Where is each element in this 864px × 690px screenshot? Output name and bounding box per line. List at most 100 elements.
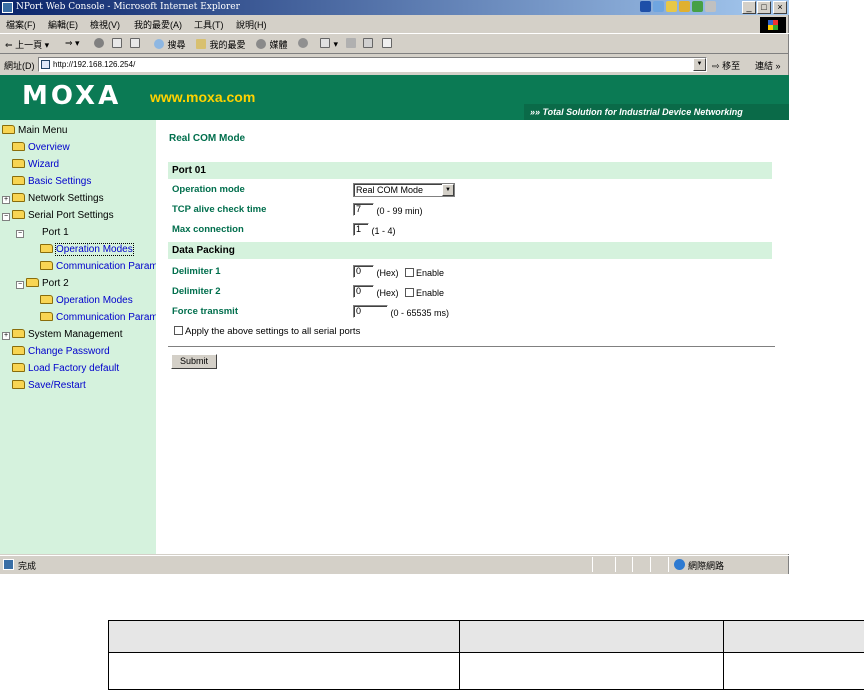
tree-network-settings[interactable]: + Network Settings [2, 191, 104, 206]
tree-port2-communication-parameters[interactable]: Communication Parameters [40, 310, 156, 325]
address-input[interactable]: http://192.168.126.254/ ▼ [38, 57, 707, 72]
delimiter1-input[interactable]: 0 [353, 265, 374, 278]
stop-button[interactable] [94, 38, 105, 49]
discuss-button[interactable] [382, 38, 393, 49]
tree-port1-communication-link[interactable]: Communication Parameters [56, 261, 156, 272]
tagline-arrows-icon: »» [530, 107, 543, 117]
folder-icon [12, 346, 25, 355]
table-cell [459, 652, 724, 690]
tree-port2[interactable]: − Port 2 [16, 276, 69, 291]
tree-change-password-link[interactable]: Change Password [28, 346, 110, 357]
go-button[interactable]: ⇨ 移至 [712, 59, 740, 72]
tree-change-password[interactable]: Change Password [12, 344, 110, 359]
tree-port2-communication-link[interactable]: Communication Parameters [56, 312, 156, 323]
favorites-label: 我的最愛 [209, 40, 246, 50]
back-arrow-icon: ⇐ [5, 40, 13, 50]
tray-shell-icon[interactable] [679, 1, 690, 12]
search-button[interactable]: 搜尋 [154, 38, 186, 51]
menu-favorites[interactable]: 我的最愛(A) [134, 18, 182, 31]
mail-button[interactable]: ▾ [320, 38, 338, 50]
home-button[interactable] [130, 38, 141, 49]
menu-view[interactable]: 檢視(V) [90, 18, 120, 31]
tree-serial-port-settings[interactable]: − Serial Port Settings [2, 208, 114, 223]
tree-save-restart[interactable]: Save/Restart [12, 378, 86, 393]
links-button[interactable]: 連結 » [755, 59, 781, 72]
page-done-icon [3, 559, 14, 570]
tree-basic-settings-link[interactable]: Basic Settings [28, 176, 91, 187]
tree-main-menu[interactable]: Main Menu [2, 123, 67, 138]
menu-edit[interactable]: 編輯(E) [48, 18, 78, 31]
operation-mode-value: Real COM Mode [356, 185, 424, 195]
tray-app-icon[interactable] [640, 1, 651, 12]
edit-button[interactable] [363, 38, 374, 49]
maximize-button[interactable]: □ [757, 1, 771, 14]
history-button[interactable] [298, 38, 309, 49]
back-button[interactable]: ⇐ 上一頁 ▾ [5, 38, 49, 51]
media-icon [256, 39, 266, 49]
menu-help[interactable]: 說明(H) [236, 18, 267, 31]
force-transmit-hint: (0 - 65535 ms) [390, 308, 450, 318]
max-connection-input[interactable]: 1 [353, 223, 369, 236]
collapse-minus-icon[interactable]: − [16, 230, 24, 238]
operation-mode-label: Operation mode [172, 184, 245, 195]
favorites-icon [196, 39, 206, 49]
folder-icon [12, 176, 25, 185]
operation-mode-select[interactable]: Real COM Mode ▼ [353, 183, 455, 197]
tree-wizard[interactable]: Wizard [12, 157, 59, 172]
tree-port1[interactable]: − Port 1 [16, 225, 69, 240]
favorites-button[interactable]: 我的最愛 [196, 38, 246, 51]
address-bar: 網址(D) http://192.168.126.254/ ▼ ⇨ 移至 連結 … [0, 55, 789, 74]
tree-port1-operation-modes[interactable]: Operation Modes [40, 242, 134, 257]
submit-button[interactable]: Submit [171, 354, 217, 369]
collapse-minus-icon[interactable]: − [16, 281, 24, 289]
tree-save-restart-link[interactable]: Save/Restart [28, 380, 86, 391]
tree-port1-operation-modes-link[interactable]: Operation Modes [55, 243, 134, 256]
delimiter1-enable-checkbox[interactable] [405, 268, 415, 277]
tree-system-management[interactable]: + System Management [2, 327, 123, 342]
tree-overview-link[interactable]: Overview [28, 142, 70, 153]
banner-url: www.moxa.com [150, 89, 256, 105]
media-button[interactable]: 媒體 [256, 38, 288, 51]
stop-icon [94, 38, 104, 48]
minimize-button[interactable]: _ [742, 1, 756, 14]
toolbar: ⇐ 上一頁 ▾ ⇒ ▾ 搜尋 我的最愛 媒體 ▾ [0, 34, 789, 54]
chevron-down-icon[interactable]: ▼ [442, 184, 454, 196]
tree-overview[interactable]: Overview [12, 140, 70, 155]
print-button[interactable] [346, 38, 357, 49]
address-dropdown-icon[interactable]: ▼ [693, 58, 706, 71]
security-zone: 網際網路 [688, 561, 725, 571]
collapse-minus-icon[interactable]: − [2, 213, 10, 221]
table-header-cell [459, 619, 724, 654]
force-transmit-input[interactable]: 0 [353, 305, 388, 318]
table-cell [723, 652, 864, 690]
folder-icon [12, 380, 25, 389]
tcp-alive-input[interactable]: 7 [353, 203, 374, 216]
close-button[interactable]: × [773, 1, 787, 14]
tree-port1-communication-parameters[interactable]: Communication Parameters [40, 259, 156, 274]
tree-wizard-link[interactable]: Wizard [28, 159, 59, 170]
edit-icon [363, 38, 373, 48]
expand-plus-icon[interactable]: + [2, 196, 10, 204]
tray-shield-icon[interactable] [653, 1, 664, 12]
tree-port2-operation-modes[interactable]: Operation Modes [40, 293, 133, 308]
tree-basic-settings[interactable]: Basic Settings [12, 174, 91, 189]
tray-pen-icon[interactable] [705, 1, 716, 12]
delimiter2-enable-checkbox[interactable] [405, 288, 415, 297]
forward-button[interactable]: ⇒ ▾ [65, 38, 80, 49]
delimiter1-enable-label: Enable [416, 268, 445, 278]
tray-star-icon[interactable] [666, 1, 677, 12]
tree-load-factory-default-link[interactable]: Load Factory default [28, 363, 119, 374]
address-label: 網址(D) [4, 61, 35, 71]
tray-leaf-icon[interactable] [692, 1, 703, 12]
tree-port2-operation-modes-link[interactable]: Operation Modes [56, 295, 133, 306]
apply-all-checkbox[interactable] [174, 326, 183, 335]
tree-load-factory-default[interactable]: Load Factory default [12, 361, 119, 376]
refresh-button[interactable] [112, 38, 123, 49]
form-divider [168, 346, 775, 348]
expand-plus-icon[interactable]: + [2, 332, 10, 340]
port-section-header: Port 01 [168, 162, 772, 179]
data-packing-header: Data Packing [168, 242, 772, 259]
menu-file[interactable]: 檔案(F) [6, 18, 36, 31]
menu-tools[interactable]: 工具(T) [194, 18, 224, 31]
delimiter2-input[interactable]: 0 [353, 285, 374, 298]
